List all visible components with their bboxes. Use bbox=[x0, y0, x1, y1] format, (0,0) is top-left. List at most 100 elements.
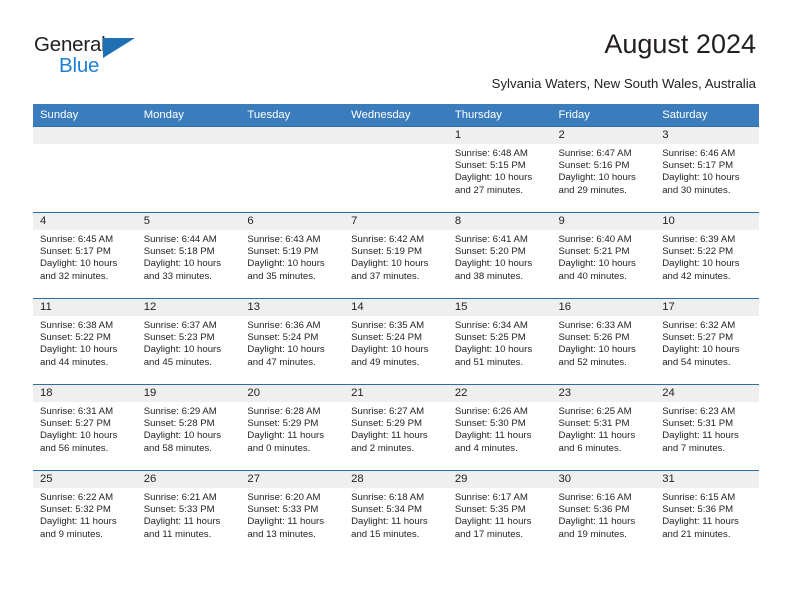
calendar-day-cell[interactable]: 9 Sunrise: 6:40 AM Sunset: 5:21 PM Daylight… bbox=[551, 212, 656, 299]
calendar-day-cell[interactable]: 14 Sunrise: 6:35 AM Sunset: 5:24 PM Dayligh… bbox=[344, 298, 448, 385]
calendar-day-cell[interactable]: 25 Sunrise: 6:22 AM Sunset: 5:32 PM Dayligh… bbox=[33, 470, 137, 556]
calendar-day-cell[interactable]: 15 Sunrise: 6:34 AM Sunset: 5:25 PM Dayligh… bbox=[447, 298, 552, 385]
daylight-text-line2: and 6 minutes. bbox=[558, 442, 622, 454]
daylight-text-line1: Daylight: 10 hours bbox=[454, 172, 533, 184]
daylight-text-line1: Daylight: 11 hours bbox=[454, 516, 532, 528]
sunrise-text: Sunrise: 6:32 AM bbox=[662, 320, 736, 331]
logo-text-blue: Blue bbox=[59, 54, 100, 77]
calendar-body: 1 Sunrise: 6:48 AM Sunset: 5:15 PM Daylight… bbox=[33, 126, 759, 556]
daylight-text-line2: and 13 minutes. bbox=[247, 528, 316, 540]
day-number: 15 bbox=[447, 299, 552, 316]
calendar-day-cell[interactable]: 19 Sunrise: 6:29 AM Sunset: 5:28 PM Dayligh… bbox=[136, 384, 241, 471]
daylight-text-line1: Daylight: 10 hours bbox=[247, 258, 325, 270]
general-blue-logo[interactable]: General Blue bbox=[34, 33, 214, 81]
sunset-text: Sunset: 5:32 PM bbox=[40, 504, 111, 516]
sunset-text: Sunset: 5:25 PM bbox=[454, 332, 526, 344]
sunset-text: Sunset: 5:23 PM bbox=[143, 332, 215, 344]
day-number: 28 bbox=[344, 471, 448, 488]
calendar-day-cell[interactable]: 31 Sunrise: 6:15 AM Sunset: 5:36 PM Dayligh… bbox=[655, 470, 759, 556]
sunset-text: Sunset: 5:15 PM bbox=[454, 160, 526, 172]
day-number: 10 bbox=[655, 213, 759, 230]
daylight-text-line1: Daylight: 10 hours bbox=[247, 344, 325, 356]
sunset-text: Sunset: 5:36 PM bbox=[558, 504, 630, 516]
sunset-text: Sunset: 5:19 PM bbox=[247, 246, 319, 258]
day-number bbox=[136, 127, 241, 144]
calendar-day-cell[interactable]: 4 Sunrise: 6:45 AM Sunset: 5:17 PM Daylight… bbox=[33, 212, 137, 299]
calendar-day-cell[interactable]: 30 Sunrise: 6:16 AM Sunset: 5:36 PM Dayligh… bbox=[551, 470, 656, 556]
sunset-text: Sunset: 5:33 PM bbox=[247, 504, 319, 516]
daylight-text-line2: and 45 minutes. bbox=[143, 356, 212, 368]
calendar-day-cell[interactable]: 11 Sunrise: 6:38 AM Sunset: 5:22 PM Dayligh… bbox=[33, 298, 137, 385]
day-number: 22 bbox=[447, 385, 552, 402]
calendar-day-cell[interactable]: 12 Sunrise: 6:37 AM Sunset: 5:23 PM Dayligh… bbox=[136, 298, 241, 385]
calendar-day-cell-empty bbox=[240, 126, 345, 213]
calendar-day-cell[interactable]: 16 Sunrise: 6:33 AM Sunset: 5:26 PM Dayligh… bbox=[551, 298, 656, 385]
calendar-day-cell[interactable]: 24 Sunrise: 6:23 AM Sunset: 5:31 PM Dayligh… bbox=[655, 384, 759, 471]
daylight-text-line2: and 42 minutes. bbox=[662, 270, 731, 282]
calendar-day-cell[interactable]: 18 Sunrise: 6:31 AM Sunset: 5:27 PM Dayligh… bbox=[33, 384, 137, 471]
calendar-week-row: 4 Sunrise: 6:45 AM Sunset: 5:17 PM Daylight… bbox=[33, 212, 759, 299]
calendar-day-cell[interactable]: 22 Sunrise: 6:26 AM Sunset: 5:30 PM Dayligh… bbox=[447, 384, 552, 471]
sunset-text: Sunset: 5:22 PM bbox=[40, 332, 111, 344]
sunrise-text: Sunrise: 6:22 AM bbox=[40, 492, 114, 503]
daylight-text-line2: and 38 minutes. bbox=[454, 270, 524, 282]
daylight-text-line1: Daylight: 11 hours bbox=[351, 430, 428, 442]
day-number: 19 bbox=[136, 385, 241, 402]
daylight-text-line2: and 11 minutes. bbox=[143, 528, 212, 540]
daylight-text-line2: and 2 minutes. bbox=[351, 442, 415, 454]
calendar-day-cell[interactable]: 26 Sunrise: 6:21 AM Sunset: 5:33 PM Dayligh… bbox=[136, 470, 241, 556]
calendar-day-cell[interactable]: 29 Sunrise: 6:17 AM Sunset: 5:35 PM Dayligh… bbox=[447, 470, 552, 556]
day-number bbox=[33, 127, 137, 144]
sunset-text: Sunset: 5:24 PM bbox=[247, 332, 319, 344]
daylight-text-line1: Daylight: 11 hours bbox=[454, 430, 532, 442]
day-number: 6 bbox=[240, 213, 345, 230]
sunrise-text: Sunrise: 6:31 AM bbox=[40, 406, 114, 417]
daylight-text-line2: and 7 minutes. bbox=[662, 442, 726, 454]
daylight-text-line2: and 19 minutes. bbox=[558, 528, 627, 540]
calendar-day-cell[interactable]: 23 Sunrise: 6:25 AM Sunset: 5:31 PM Dayligh… bbox=[551, 384, 656, 471]
calendar-day-cell[interactable]: 21 Sunrise: 6:27 AM Sunset: 5:29 PM Dayligh… bbox=[344, 384, 448, 471]
sunrise-text: Sunrise: 6:20 AM bbox=[247, 492, 321, 503]
daylight-text-line2: and 51 minutes. bbox=[454, 356, 524, 368]
sunset-text: Sunset: 5:27 PM bbox=[40, 418, 111, 430]
daylight-text-line2: and 54 minutes. bbox=[662, 356, 731, 368]
sunrise-text: Sunrise: 6:23 AM bbox=[662, 406, 736, 417]
calendar-day-cell[interactable]: 10 Sunrise: 6:39 AM Sunset: 5:22 PM Dayligh… bbox=[655, 212, 759, 299]
daylight-text-line1: Daylight: 11 hours bbox=[247, 430, 325, 442]
day-number: 2 bbox=[551, 127, 656, 144]
daylight-text-line1: Daylight: 11 hours bbox=[662, 430, 739, 442]
sunset-text: Sunset: 5:17 PM bbox=[662, 160, 734, 172]
calendar-day-cell[interactable]: 20 Sunrise: 6:28 AM Sunset: 5:29 PM Dayligh… bbox=[240, 384, 345, 471]
daylight-text-line1: Daylight: 10 hours bbox=[143, 258, 222, 270]
calendar-day-cell[interactable]: 27 Sunrise: 6:20 AM Sunset: 5:33 PM Dayligh… bbox=[240, 470, 345, 556]
sunset-text: Sunset: 5:33 PM bbox=[143, 504, 215, 516]
daylight-text-line1: Daylight: 10 hours bbox=[454, 258, 533, 270]
calendar-day-cell[interactable]: 8 Sunrise: 6:41 AM Sunset: 5:20 PM Daylight… bbox=[447, 212, 552, 299]
calendar-day-cell[interactable]: 3 Sunrise: 6:46 AM Sunset: 5:17 PM Daylight… bbox=[655, 126, 759, 213]
calendar-day-cell[interactable]: 6 Sunrise: 6:43 AM Sunset: 5:19 PM Daylight… bbox=[240, 212, 345, 299]
calendar-day-cell[interactable]: 5 Sunrise: 6:44 AM Sunset: 5:18 PM Daylight… bbox=[136, 212, 241, 299]
calendar-day-cell[interactable]: 2 Sunrise: 6:47 AM Sunset: 5:16 PM Daylight… bbox=[551, 126, 656, 213]
day-number: 31 bbox=[655, 471, 759, 488]
calendar-day-cell[interactable]: 7 Sunrise: 6:42 AM Sunset: 5:19 PM Daylight… bbox=[344, 212, 448, 299]
sunrise-text: Sunrise: 6:47 AM bbox=[558, 148, 632, 159]
calendar-day-cell[interactable]: 1 Sunrise: 6:48 AM Sunset: 5:15 PM Daylight… bbox=[447, 126, 552, 213]
daylight-text-line1: Daylight: 11 hours bbox=[662, 516, 739, 528]
daylight-text-line2: and 17 minutes. bbox=[454, 528, 524, 540]
calendar-day-cell[interactable]: 28 Sunrise: 6:18 AM Sunset: 5:34 PM Dayligh… bbox=[344, 470, 448, 556]
daylight-text-line2: and 52 minutes. bbox=[558, 356, 627, 368]
day-number bbox=[344, 127, 448, 144]
daylight-text-line1: Daylight: 10 hours bbox=[558, 172, 636, 184]
sunrise-sunset-calendar-table: Sunday Monday Tuesday Wednesday Thursday Frid… bbox=[33, 104, 759, 556]
sunset-text: Sunset: 5:17 PM bbox=[40, 246, 111, 258]
weekday-header-row: Sunday Monday Tuesday Wednesday Thursday Frid… bbox=[33, 104, 759, 127]
day-number: 29 bbox=[447, 471, 552, 488]
sunset-text: Sunset: 5:22 PM bbox=[662, 246, 734, 258]
calendar-day-cell[interactable]: 13 Sunrise: 6:36 AM Sunset: 5:24 PM Dayligh… bbox=[240, 298, 345, 385]
calendar-day-cell[interactable]: 17 Sunrise: 6:32 AM Sunset: 5:27 PM Dayligh… bbox=[655, 298, 759, 385]
daylight-text-line1: Daylight: 10 hours bbox=[558, 344, 636, 356]
daylight-text-line1: Daylight: 11 hours bbox=[558, 516, 636, 528]
sunset-text: Sunset: 5:19 PM bbox=[351, 246, 423, 258]
sunrise-text: Sunrise: 6:21 AM bbox=[143, 492, 217, 503]
daylight-text-line1: Daylight: 10 hours bbox=[662, 344, 740, 356]
